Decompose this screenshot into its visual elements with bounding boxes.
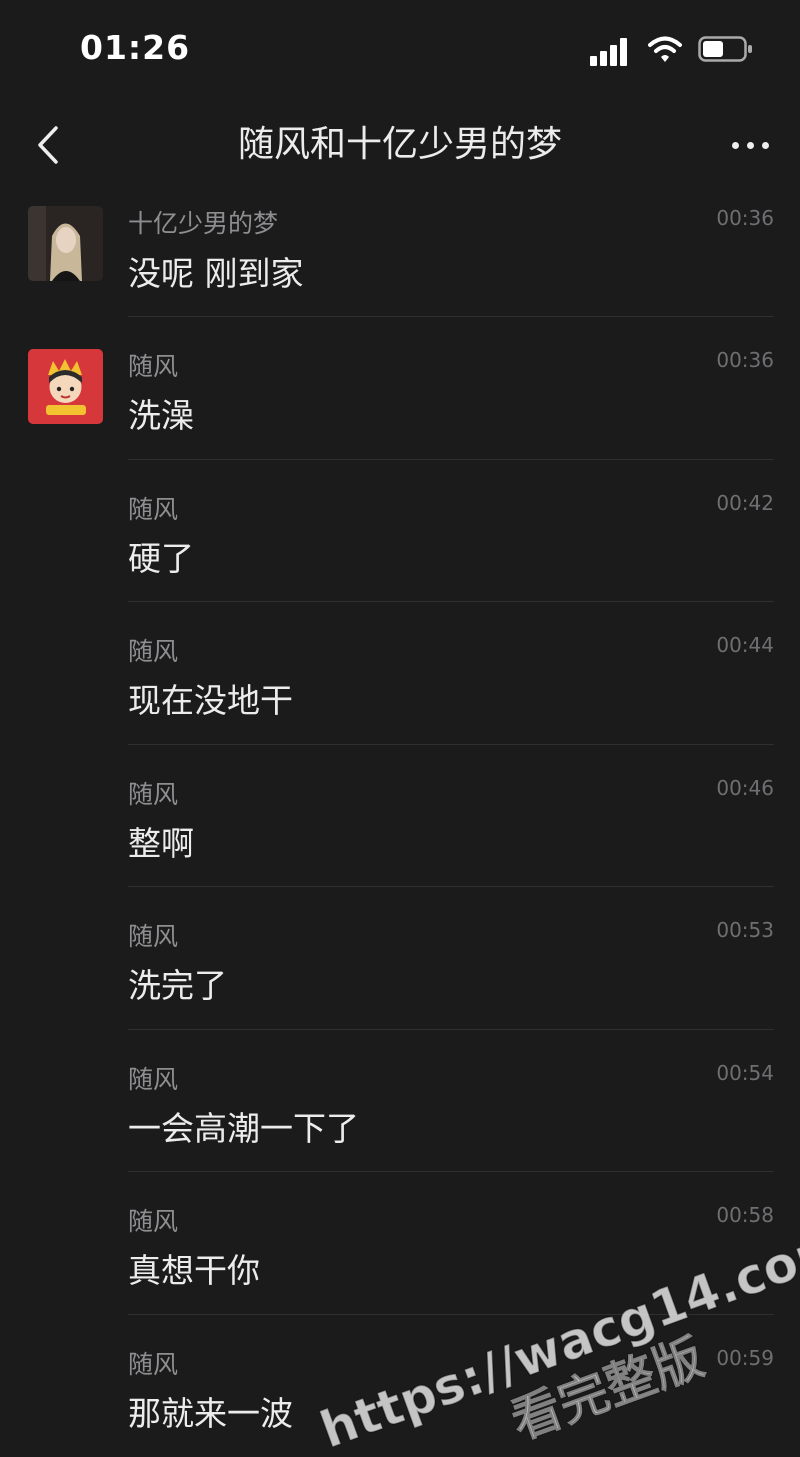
sender-name: 随风 xyxy=(128,917,178,953)
more-dot-icon xyxy=(762,142,769,149)
status-time: 01:26 xyxy=(80,28,190,67)
more-options-button[interactable] xyxy=(725,125,775,165)
message-time: 00:46 xyxy=(716,776,774,800)
wifi-icon xyxy=(648,34,682,64)
more-dot-icon xyxy=(732,142,739,149)
sender-name: 随风 xyxy=(128,490,178,526)
message-time: 00:36 xyxy=(716,348,774,372)
more-dot-icon xyxy=(747,142,754,149)
avatar-cartoon[interactable] xyxy=(28,349,103,424)
message-text: 硬了 xyxy=(128,532,194,580)
message-text: 那就来一波 xyxy=(128,1387,293,1435)
message-time: 00:54 xyxy=(716,1061,774,1085)
message-row[interactable]: 随风 现在没地干 00:44 xyxy=(0,602,800,745)
message-row[interactable]: 随风 洗完了 00:53 xyxy=(0,887,800,1030)
message-row[interactable]: 随风 那就来一波 00:59 xyxy=(0,1315,800,1457)
message-text: 没呢 刚到家 xyxy=(128,247,304,295)
sender-name: 随风 xyxy=(128,632,178,668)
message-time: 00:59 xyxy=(716,1346,774,1370)
message-text: 真想干你 xyxy=(128,1244,260,1292)
sender-name: 随风 xyxy=(128,1202,178,1238)
battery-icon xyxy=(698,36,746,62)
sender-name: 随风 xyxy=(128,347,178,383)
message-row[interactable]: 随风 整啊 00:46 xyxy=(0,745,800,888)
sender-name: 随风 xyxy=(128,1060,178,1096)
message-row[interactable]: 十亿少男的梦 没呢 刚到家 00:36 xyxy=(0,190,800,317)
message-text: 整啊 xyxy=(128,817,194,865)
message-text: 一会高潮一下了 xyxy=(128,1102,359,1150)
message-text: 洗澡 xyxy=(128,389,194,437)
sender-name: 十亿少男的梦 xyxy=(128,204,278,240)
message-text: 洗完了 xyxy=(128,959,227,1007)
status-bar: 01:26 xyxy=(0,0,800,100)
message-text: 现在没地干 xyxy=(128,674,293,722)
sender-name: 随风 xyxy=(128,775,178,811)
message-row[interactable]: 随风 一会高潮一下了 00:54 xyxy=(0,1030,800,1173)
message-time: 00:53 xyxy=(716,918,774,942)
message-row[interactable]: 随风 硬了 00:42 xyxy=(0,460,800,603)
nav-bar: 随风和十亿少男的梦 xyxy=(0,100,800,190)
signal-icon xyxy=(590,38,634,66)
message-list: 十亿少男的梦 没呢 刚到家 00:36 随风 洗澡 00:36 随风 硬了 00… xyxy=(0,190,800,1457)
sender-name: 随风 xyxy=(128,1345,178,1381)
avatar-girl[interactable] xyxy=(28,206,103,281)
message-row[interactable]: 随风 真想干你 00:58 xyxy=(0,1172,800,1315)
message-time: 00:36 xyxy=(716,206,774,230)
message-time: 00:44 xyxy=(716,633,774,657)
chat-title: 随风和十亿少男的梦 xyxy=(0,115,800,167)
message-row[interactable]: 随风 洗澡 00:36 xyxy=(0,317,800,460)
message-time: 00:42 xyxy=(716,491,774,515)
message-time: 00:58 xyxy=(716,1203,774,1227)
